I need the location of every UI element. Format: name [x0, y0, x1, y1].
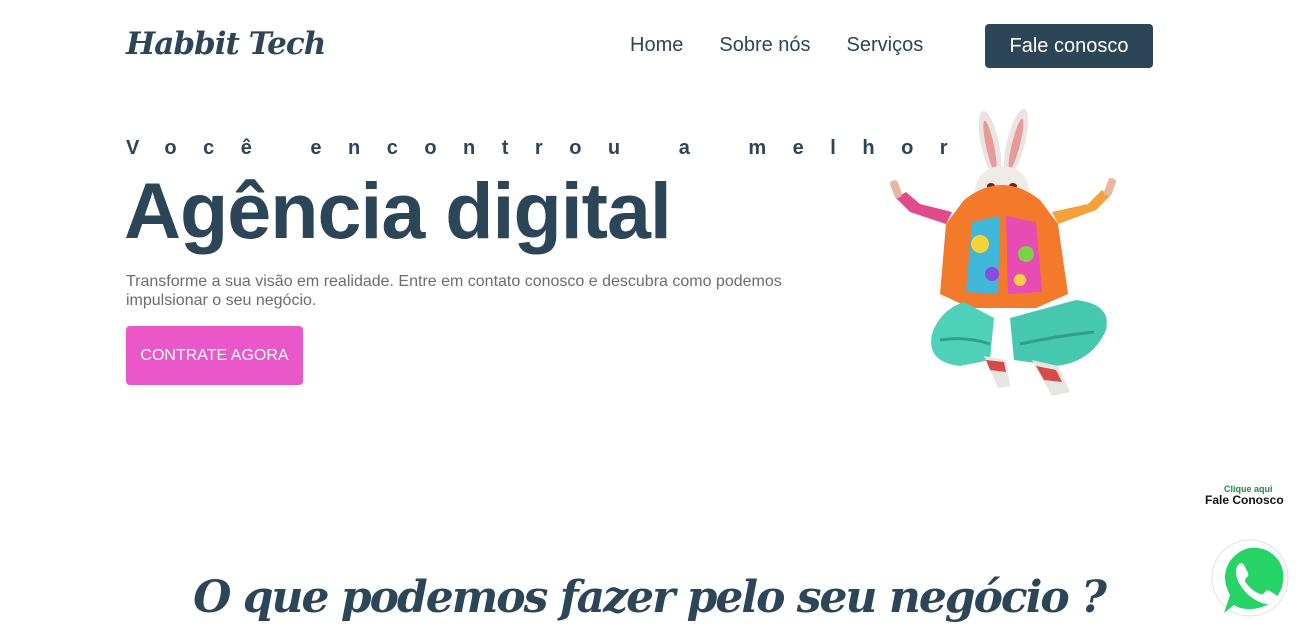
whatsapp-big-label[interactable]: Fale Conosco [1205, 493, 1284, 507]
whatsapp-button[interactable] [1208, 537, 1292, 621]
nav-home-link[interactable]: Home [630, 34, 683, 57]
contrate-agora-button[interactable]: CONTRATE AGORA [126, 326, 303, 385]
logo[interactable]: Habbit Tech [126, 26, 326, 62]
hero-description: Transforme a sua visão em realidade. Ent… [126, 273, 782, 309]
nav-sobre-nos-link[interactable]: Sobre nós [719, 34, 810, 57]
services-section-title: O que podemos fazer pelo seu negócio ? [193, 572, 1107, 623]
hero-eyebrow: Você encontrou a melhor [126, 137, 975, 159]
whatsapp-icon [1211, 539, 1289, 617]
nav-servicos-link[interactable]: Serviços [847, 34, 924, 57]
rabbit-dancer-illustration [880, 104, 1130, 400]
fale-conosco-button[interactable]: Fale conosco [985, 24, 1153, 68]
hero-title: Agência digital [124, 166, 672, 255]
page: Habbit Tech Home Sobre nós Serviços Fale… [0, 0, 1298, 640]
main-nav: Home Sobre nós Serviços [630, 34, 959, 57]
